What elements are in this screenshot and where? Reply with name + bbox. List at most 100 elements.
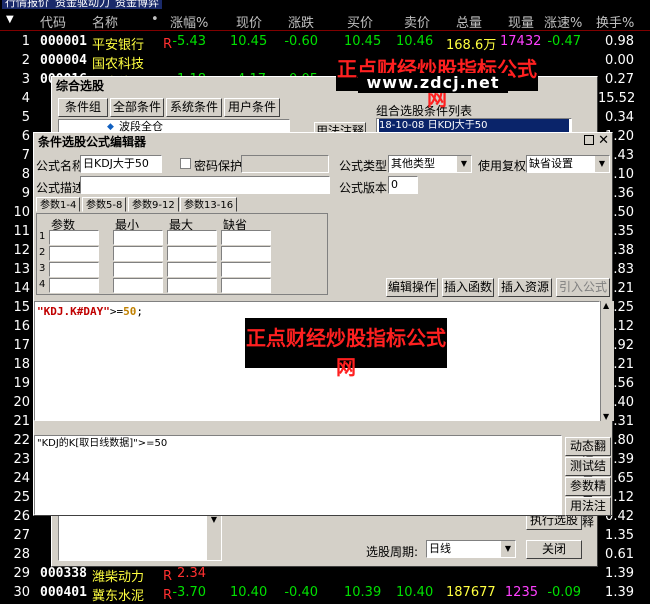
tab-param-13-16[interactable]: 参数13-16 bbox=[180, 197, 238, 212]
row-index: 24 bbox=[13, 471, 30, 486]
chevron-down-icon[interactable]: ▼ bbox=[595, 156, 609, 172]
col-dot[interactable]: • bbox=[151, 12, 159, 27]
tab-quotes[interactable]: 行情报价 bbox=[2, 0, 52, 9]
col-ask[interactable]: 卖价 bbox=[404, 12, 430, 31]
translation-output: "KDJ的K[取日线数据]">=50 bbox=[34, 435, 562, 515]
insert-resource-button[interactable]: 插入资源 bbox=[498, 278, 552, 297]
tab-all-conditions[interactable]: 全部条件 bbox=[110, 98, 164, 117]
watermark-center: 正点财经炒股指标公式网 www.zdcj.net bbox=[245, 318, 447, 399]
param-max-input[interactable] bbox=[167, 278, 217, 293]
param-row-label: 4 bbox=[39, 279, 46, 290]
version-label: 公式版本 bbox=[339, 181, 388, 195]
param-default-input[interactable] bbox=[221, 246, 271, 261]
close-icon[interactable]: ✕ bbox=[598, 133, 609, 148]
param-max-input[interactable] bbox=[167, 230, 217, 245]
condition-tree[interactable]: ◆ 波段全仓 bbox=[58, 119, 290, 133]
password-checkbox[interactable] bbox=[180, 158, 191, 169]
code-scrollbar[interactable]: ▲ ▼ bbox=[600, 301, 614, 421]
row-index: 7 bbox=[21, 148, 30, 163]
table-row[interactable]: 30 000401 冀东水泥 R -3.70 10.40 -0.40 10.39 10.40 18… bbox=[0, 582, 650, 604]
param-wizard-button[interactable]: 参数精灵 bbox=[565, 477, 611, 509]
table-row[interactable]: 2 000004 国农科技 0.00 bbox=[0, 50, 650, 72]
tab-param-5-8[interactable]: 参数5-8 bbox=[82, 197, 127, 212]
password-input[interactable] bbox=[241, 155, 329, 173]
row-index: 27 bbox=[13, 528, 30, 543]
param-default-input[interactable] bbox=[221, 230, 271, 245]
param-min-input[interactable] bbox=[113, 278, 163, 293]
formula-editor-dialog: 条件选股公式编辑器 ✕ 公式名称 日KDJ大于50 密码保护 公式类型 其他类型… bbox=[33, 132, 614, 529]
formula-desc-input[interactable] bbox=[80, 176, 330, 194]
tab-condition-group[interactable]: 条件组 bbox=[58, 98, 108, 117]
stock-code: 000001 bbox=[40, 34, 87, 49]
dynamic-translate-button[interactable]: 动态翻译 bbox=[565, 437, 611, 469]
row-index: 22 bbox=[13, 433, 30, 448]
change-value: -0.60 bbox=[284, 34, 318, 49]
scroll-down-icon[interactable]: ▼ bbox=[603, 412, 609, 421]
import-formula-button[interactable]: 引入公式 bbox=[556, 278, 610, 297]
col-volume[interactable]: 总量 bbox=[456, 12, 482, 31]
scroll-up-icon[interactable]: ▲ bbox=[603, 301, 609, 310]
tab-fund-driver[interactable]: 资金驱动力 bbox=[52, 0, 113, 9]
param-name-input[interactable] bbox=[49, 246, 99, 261]
row-index: 15 bbox=[13, 300, 30, 315]
stock-name: 冀东水泥 bbox=[92, 589, 145, 604]
param-name-input[interactable] bbox=[49, 230, 99, 245]
param-row-label: 2 bbox=[39, 247, 46, 258]
reuse-select[interactable]: 缺省设置 ▼ bbox=[526, 155, 610, 173]
scrollbar[interactable]: ▼ bbox=[207, 512, 221, 560]
param-name-input[interactable] bbox=[49, 278, 99, 293]
period-select[interactable]: 日线 ▼ bbox=[426, 540, 516, 558]
turnover-rate: 0.61 bbox=[605, 547, 634, 562]
col-code[interactable]: 代码 bbox=[40, 12, 66, 31]
tab-param-9-12[interactable]: 参数9-12 bbox=[128, 197, 179, 212]
param-default-input[interactable] bbox=[221, 278, 271, 293]
close-button[interactable]: 关闭 bbox=[526, 540, 582, 559]
maximize-icon[interactable] bbox=[584, 135, 594, 145]
param-max-input[interactable] bbox=[167, 262, 217, 277]
sort-arrow-icon[interactable]: ▼ bbox=[6, 14, 14, 25]
top-tab-bar: 行情报价 资金驱动力 资金博弈 bbox=[0, 0, 650, 9]
chevron-down-icon[interactable]: ▼ bbox=[457, 156, 471, 172]
insert-function-button[interactable]: 插入函数 bbox=[442, 278, 494, 297]
change-speed: -0.47 bbox=[547, 34, 581, 49]
tab-param-1-4[interactable]: 参数1-4 bbox=[36, 197, 81, 212]
row-index: 17 bbox=[13, 338, 30, 353]
col-change[interactable]: 涨跌 bbox=[288, 12, 314, 31]
code-operator: >= bbox=[109, 305, 124, 318]
param-min-input[interactable] bbox=[113, 246, 163, 261]
param-min-input[interactable] bbox=[113, 230, 163, 245]
change-pct: -3.70 bbox=[172, 585, 206, 600]
row-index: 25 bbox=[13, 490, 30, 505]
stock-code: 000338 bbox=[40, 566, 87, 581]
param-max-input[interactable] bbox=[167, 246, 217, 261]
tab-user-conditions[interactable]: 用户条件 bbox=[224, 98, 280, 117]
tab-system-conditions[interactable]: 系统条件 bbox=[166, 98, 222, 117]
edit-operation-button[interactable]: 编辑操作 bbox=[386, 278, 438, 297]
change-value: -0.40 bbox=[284, 585, 318, 600]
param-default-input[interactable] bbox=[221, 262, 271, 277]
param-row-label: 1 bbox=[39, 231, 46, 242]
formula-name-input[interactable]: 日KDJ大于50 bbox=[80, 155, 162, 173]
col-current-vol[interactable]: 现量 bbox=[508, 12, 534, 31]
condition-list-item[interactable]: 18-10-08 日KDJ大于50 bbox=[379, 119, 569, 132]
watermark-top-url: www.zdcj.net bbox=[358, 73, 508, 93]
col-bid[interactable]: 买价 bbox=[347, 12, 373, 31]
chevron-down-icon[interactable]: ▼ bbox=[501, 541, 515, 557]
col-turnover[interactable]: 换手% bbox=[596, 12, 634, 31]
row-index: 23 bbox=[13, 452, 30, 467]
col-name[interactable]: 名称 bbox=[92, 12, 118, 31]
col-speed[interactable]: 涨速% bbox=[544, 12, 582, 31]
param-name-input[interactable] bbox=[49, 262, 99, 277]
col-price[interactable]: 现价 bbox=[236, 12, 262, 31]
param-row-label: 3 bbox=[39, 263, 46, 274]
table-row[interactable]: 1 000001 平安银行 R -5.43 10.45 -0.60 10.45 10.46 168… bbox=[0, 31, 650, 53]
param-min-input[interactable] bbox=[113, 262, 163, 277]
version-input[interactable]: 0 bbox=[388, 176, 418, 194]
type-select[interactable]: 其他类型 ▼ bbox=[388, 155, 472, 173]
usage-note-button-2[interactable]: 用法注释 bbox=[565, 497, 611, 529]
col-pct[interactable]: 涨幅% bbox=[170, 12, 208, 31]
test-result-button[interactable]: 测试结果 bbox=[565, 457, 611, 489]
lower-list[interactable]: ▼ bbox=[58, 511, 222, 561]
row-index: 29 bbox=[13, 566, 30, 581]
tab-fund-game[interactable]: 资金博弈 bbox=[112, 0, 162, 9]
